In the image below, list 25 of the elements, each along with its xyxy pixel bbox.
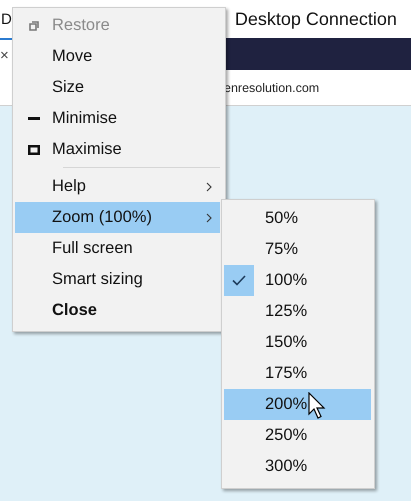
window-title: D — [1, 10, 12, 28]
menu-item[interactable]: 50% — [224, 203, 371, 234]
menu-item[interactable]: Size — [15, 72, 220, 103]
restore-icon — [28, 20, 38, 30]
window-title: Desktop Connection — [234, 8, 397, 30]
menu-item[interactable]: Help — [15, 171, 220, 202]
menu-item[interactable]: 200% — [224, 389, 371, 420]
menu-item[interactable]: 75% — [224, 234, 371, 265]
menu-item[interactable]: Close — [15, 295, 220, 326]
menu-item[interactable]: 175% — [224, 358, 371, 389]
menu-item[interactable]: Zoom (100%) — [15, 202, 220, 233]
menu-item[interactable]: Smart sizing — [15, 264, 220, 295]
menu-item[interactable]: 100% — [224, 265, 371, 296]
mouse-pointer-icon — [308, 392, 326, 420]
tab-close-button[interactable]: × — [0, 48, 9, 62]
menu-item[interactable]: 300% — [224, 451, 371, 482]
menu-item[interactable]: 125% — [224, 296, 371, 327]
menu-item[interactable]: 150% — [224, 327, 371, 358]
menu-item[interactable]: Full screen — [15, 233, 220, 264]
menu-item[interactable]: Move — [15, 41, 220, 72]
maximise-icon — [28, 144, 40, 154]
menu-item[interactable]: Minimise — [15, 103, 220, 134]
menu-item[interactable]: Maximise — [15, 134, 220, 165]
menu-item[interactable]: 250% — [224, 420, 371, 451]
minimise-icon — [28, 116, 40, 120]
